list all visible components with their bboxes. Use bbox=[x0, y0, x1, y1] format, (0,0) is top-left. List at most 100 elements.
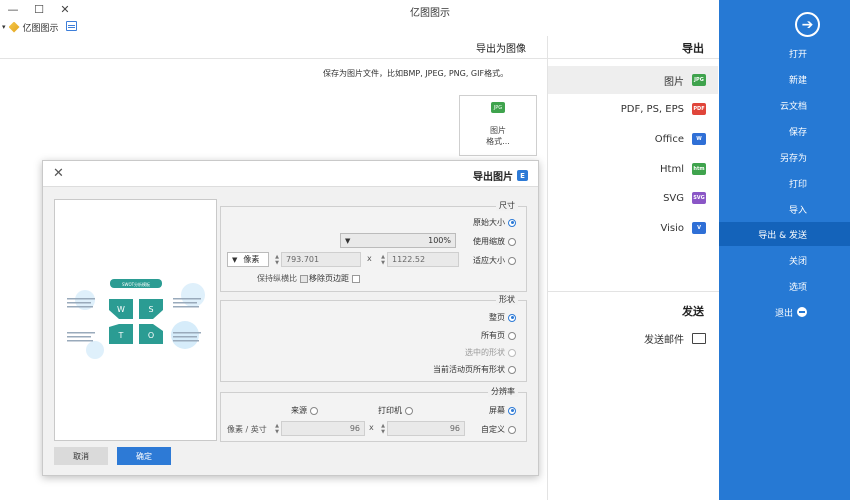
current-page-all-shapes-radio[interactable]: 当前活动页所有形状 bbox=[433, 364, 516, 375]
export-heading: 导出 bbox=[682, 42, 704, 55]
format-label: Office bbox=[654, 133, 684, 145]
size-group: 尺寸 原始大小 使用缩放 ▼ 100% 适应大小 ▼ 像素 ▲ ▼ 793.701… bbox=[220, 200, 527, 292]
dpi-x-value: 96 bbox=[449, 424, 460, 433]
dpi-y-spinner[interactable]: ▲ ▼ bbox=[273, 421, 281, 436]
swot-letter-o: O bbox=[148, 331, 154, 340]
use-zoom-radio[interactable]: 使用缩放 bbox=[473, 236, 516, 247]
height-input[interactable]: 793.701 bbox=[281, 252, 361, 267]
radio-label: 当前活动页所有形状 bbox=[433, 365, 505, 374]
source-radio[interactable]: 来源 bbox=[291, 405, 318, 416]
send-divider bbox=[548, 291, 719, 292]
file-sidebar: ➔ 打开 新建 云文档 保存 另存为 打印 导入 导出 & 发送 关闭 选项 退… bbox=[719, 0, 850, 500]
format-item-visio[interactable]: Visio V bbox=[548, 214, 718, 242]
radio-dot bbox=[508, 425, 516, 434]
printer-radio[interactable]: 打印机 bbox=[378, 405, 413, 416]
sidebar-item-save[interactable]: 保存 bbox=[719, 119, 850, 143]
radio-label: 使用缩放 bbox=[473, 237, 505, 246]
original-size-radio[interactable]: 原始大小 bbox=[473, 217, 516, 228]
dialog-title-text: 导出图片 bbox=[473, 172, 513, 183]
sidebar-item-exit[interactable]: 退出 bbox=[719, 300, 850, 324]
sidebar-item-import[interactable]: 导入 bbox=[719, 197, 850, 221]
word-icon: W bbox=[692, 133, 706, 145]
header-divider bbox=[0, 58, 719, 59]
send-email-item[interactable]: 发送邮件 bbox=[548, 324, 718, 352]
chevron-down-icon: ▾ bbox=[2, 23, 6, 31]
pdf-icon: PDF bbox=[692, 103, 706, 115]
format-item-image[interactable]: 图片 JPG bbox=[548, 66, 718, 94]
image-preview: SWOT分析模板 W S T O bbox=[54, 199, 217, 441]
radio-label: 自定义 bbox=[481, 425, 505, 434]
dpi-x-spinner[interactable]: ▲ ▼ bbox=[379, 421, 387, 436]
image-format-card[interactable]: JPG 图片 格式... bbox=[459, 95, 537, 156]
sidebar-item-label: 选项 bbox=[788, 282, 807, 293]
selected-shapes-radio[interactable]: 选中的形状 bbox=[465, 347, 516, 358]
height-spinner[interactable]: ▲ ▼ bbox=[273, 252, 281, 267]
width-spinner[interactable]: ▲ ▼ bbox=[379, 252, 387, 267]
resolution-group-label: 分辨率 bbox=[488, 386, 518, 397]
format-item-html[interactable]: Html htm bbox=[548, 155, 718, 183]
card-line-2: 格式... bbox=[486, 137, 510, 146]
send-heading: 发送 bbox=[682, 305, 704, 318]
sidebar-item-save-as[interactable]: 另存为 bbox=[719, 145, 850, 169]
share-icon[interactable] bbox=[66, 21, 77, 31]
keep-ratio-checkbox[interactable]: 保持纵横比 bbox=[257, 273, 308, 284]
radio-label: 来源 bbox=[291, 406, 307, 415]
sidebar-item-cloud[interactable]: 云文档 bbox=[719, 93, 850, 117]
window-title: 亿图图示 bbox=[410, 8, 450, 19]
swot-letter-w: W bbox=[117, 305, 125, 314]
jpg-icon: JPG bbox=[692, 74, 706, 86]
radio-dot bbox=[508, 331, 516, 340]
checkbox-label: 移除页边距 bbox=[309, 274, 349, 283]
sidebar-item-label: 打开 bbox=[788, 49, 807, 60]
radio-dot bbox=[508, 313, 516, 322]
format-label: Visio bbox=[660, 222, 684, 234]
export-image-dialog: ✕ 导出图片 E SWOT分析模板 W S T O 尺寸 原始大小 使用缩放 ▼… bbox=[42, 160, 539, 476]
sidebar-item-close[interactable]: 关闭 bbox=[719, 248, 850, 272]
sidebar-item-print[interactable]: 打印 bbox=[719, 171, 850, 195]
dpi-y-input[interactable]: 96 bbox=[281, 421, 365, 436]
radio-label: 打印机 bbox=[378, 406, 402, 415]
sidebar-item-label: 导出 & 发送 bbox=[758, 230, 807, 241]
checkbox-box bbox=[300, 274, 308, 283]
sidebar-item-options[interactable]: 选项 bbox=[719, 274, 850, 298]
detail-title: 导出为图像 bbox=[476, 44, 526, 55]
screen-radio[interactable]: 屏幕 bbox=[489, 405, 516, 416]
zoom-value: 100% bbox=[428, 236, 451, 245]
remove-margin-checkbox[interactable]: 移除页边距 bbox=[309, 273, 360, 284]
ok-button[interactable]: 确定 bbox=[117, 447, 171, 465]
maximize-button[interactable]: ☐ bbox=[26, 0, 52, 18]
radio-label: 原始大小 bbox=[473, 218, 505, 227]
minimize-button[interactable]: — bbox=[0, 0, 26, 18]
sidebar-item-open[interactable]: 打开 bbox=[719, 41, 850, 65]
all-pages-radio[interactable]: 所有页 bbox=[481, 330, 516, 341]
dpi-x-input[interactable]: 96 bbox=[387, 421, 465, 436]
checkbox-box bbox=[352, 274, 360, 283]
app-tab-label: 亿图图示 bbox=[22, 23, 59, 34]
format-label: 图片 bbox=[664, 76, 684, 88]
close-button[interactable]: ✕ bbox=[52, 0, 78, 18]
swot-title: SWOT分析模板 bbox=[122, 281, 150, 287]
sidebar-item-export-send[interactable]: 导出 & 发送 bbox=[719, 222, 850, 246]
fit-size-radio[interactable]: 适应大小 bbox=[473, 255, 516, 266]
app-tab[interactable]: ▾ 亿图图示 bbox=[2, 19, 59, 35]
format-item-svg[interactable]: SVG SVG bbox=[548, 184, 718, 212]
card-line-1: 图片 bbox=[490, 126, 506, 135]
close-icon[interactable]: ✕ bbox=[53, 166, 64, 181]
custom-radio[interactable]: 自定义 bbox=[481, 424, 516, 435]
radio-dot bbox=[508, 256, 516, 265]
width-input[interactable]: 1122.52 bbox=[387, 252, 459, 267]
radio-label: 适应大小 bbox=[473, 256, 505, 265]
zoom-select[interactable]: ▼ 100% bbox=[340, 233, 456, 248]
sidebar-item-label: 另存为 bbox=[779, 153, 807, 164]
cancel-button[interactable]: 取消 bbox=[54, 447, 108, 465]
current-page-radio[interactable]: 整页 bbox=[489, 312, 516, 323]
radio-dot bbox=[508, 406, 516, 415]
back-icon[interactable]: ➔ bbox=[795, 12, 820, 37]
diamond-icon bbox=[8, 21, 20, 33]
radio-label: 屏幕 bbox=[489, 406, 505, 415]
format-item-office[interactable]: Office W bbox=[548, 125, 718, 153]
sidebar-item-new[interactable]: 新建 bbox=[719, 67, 850, 91]
unit-select[interactable]: ▼ 像素 bbox=[227, 252, 269, 267]
format-item-pdf[interactable]: PDF, PS, EPS PDF bbox=[548, 95, 718, 123]
send-mail-icon bbox=[692, 332, 706, 344]
